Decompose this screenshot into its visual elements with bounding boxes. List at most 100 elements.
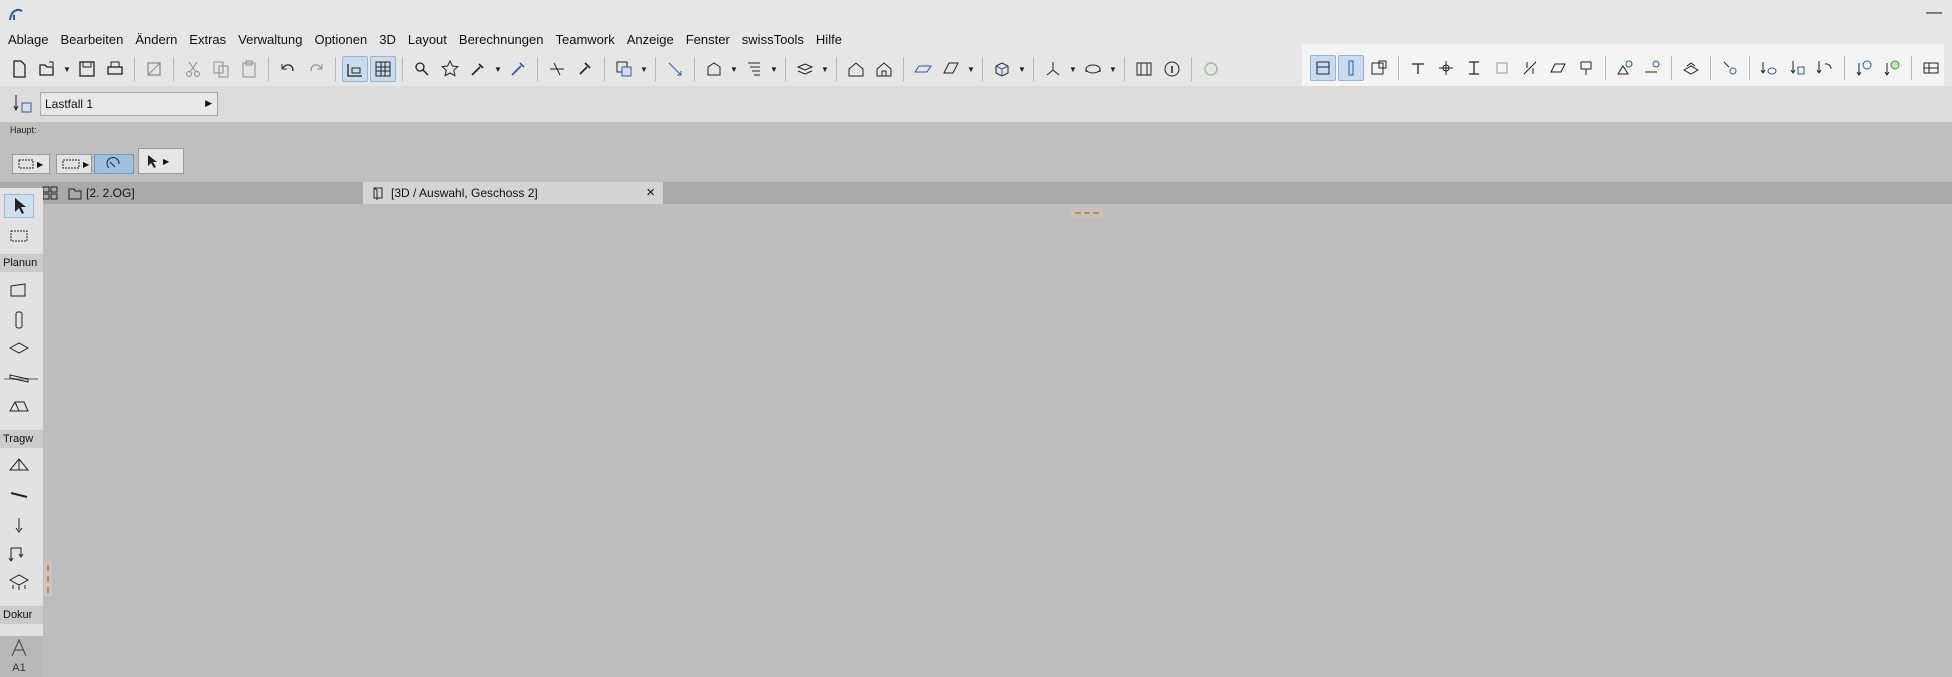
open-file-icon[interactable] xyxy=(34,56,60,82)
point-support-icon[interactable] xyxy=(1405,55,1431,81)
load-case-icon[interactable] xyxy=(12,93,34,115)
analytical-member-icon[interactable] xyxy=(1337,55,1364,81)
load-case-icon[interactable] xyxy=(1717,55,1743,81)
publish-icon[interactable] xyxy=(141,56,167,82)
building-material-dropdown-icon[interactable]: ▼ xyxy=(729,56,739,82)
arrow-tool-icon[interactable] xyxy=(4,194,34,218)
open-dropdown-icon[interactable]: ▼ xyxy=(62,56,72,82)
surface-load-icon[interactable] xyxy=(1678,55,1704,81)
toolbox-resize-handle[interactable] xyxy=(44,562,52,596)
cut-icon[interactable] xyxy=(180,56,206,82)
surface-load-tool-icon[interactable] xyxy=(4,570,34,594)
house-settings-icon[interactable] xyxy=(871,56,897,82)
house-icon[interactable] xyxy=(843,56,869,82)
node-icon[interactable] xyxy=(1433,55,1459,81)
menu-verwaltung[interactable]: Verwaltung xyxy=(232,29,308,51)
redo-icon[interactable] xyxy=(303,56,329,82)
floor-plan-view-icon[interactable] xyxy=(342,56,368,82)
menu-hilfe[interactable]: Hilfe xyxy=(810,29,848,51)
analytical-surface-icon[interactable] xyxy=(4,454,34,478)
3d-view-dropdown-icon[interactable]: ▼ xyxy=(1017,56,1027,82)
building-material-icon[interactable] xyxy=(701,56,727,82)
beam-tool-icon[interactable] xyxy=(4,366,34,390)
menu-aendern[interactable]: Ändern xyxy=(129,29,183,51)
category-document[interactable]: Dokur xyxy=(0,606,43,624)
eyedropper-dropdown-icon[interactable]: ▼ xyxy=(493,56,503,82)
3d-view-icon[interactable] xyxy=(989,56,1015,82)
close-tab-icon[interactable]: × xyxy=(646,184,655,201)
selection-method-button[interactable]: ▶ xyxy=(12,154,50,174)
edge-support-icon[interactable] xyxy=(1489,55,1515,81)
surface-support-icon[interactable] xyxy=(1545,55,1571,81)
trim-icon[interactable] xyxy=(544,56,570,82)
menu-teamwork[interactable]: Teamwork xyxy=(549,29,620,51)
eyedropper-icon[interactable] xyxy=(465,56,491,82)
analytical-line-icon[interactable] xyxy=(4,484,34,508)
structure-list-icon[interactable] xyxy=(741,56,767,82)
dimension-icon[interactable] xyxy=(1131,56,1157,82)
menu-optionen[interactable]: Optionen xyxy=(308,29,373,51)
tab-3d-view[interactable]: [3D / Auswahl, Geschoss 2] × xyxy=(363,182,663,204)
tab-floor-plan[interactable]: [2. 2.OG] xyxy=(68,184,135,202)
menu-swisstools[interactable]: swissTools xyxy=(736,29,810,51)
category-structural[interactable]: Tragw xyxy=(0,430,43,448)
axes-dropdown-icon[interactable]: ▼ xyxy=(1068,56,1078,82)
menu-extras[interactable]: Extras xyxy=(183,29,232,51)
layers-stack-icon[interactable] xyxy=(792,56,818,82)
marquee-shape-button[interactable]: ▶ xyxy=(56,154,92,174)
hammer-icon[interactable] xyxy=(572,56,598,82)
rigid-link-icon[interactable] xyxy=(1517,55,1543,81)
info-3d-icon[interactable] xyxy=(1159,56,1185,82)
find-select-icon[interactable] xyxy=(409,56,435,82)
menu-fenster[interactable]: Fenster xyxy=(680,29,736,51)
column-tool-icon[interactable] xyxy=(4,308,34,332)
3d-canvas[interactable] xyxy=(44,204,1952,677)
navigator-3d-dropdown-icon[interactable]: ▼ xyxy=(1108,56,1118,82)
snap-icon[interactable] xyxy=(662,56,688,82)
load-case-dropdown[interactable]: Lastfall 1 ▶ xyxy=(40,92,218,116)
navigator-3d-icon[interactable] xyxy=(1080,56,1106,82)
point-load-tool-icon[interactable] xyxy=(4,514,34,538)
tab-overview-icon[interactable] xyxy=(42,186,58,200)
add-line-load-icon[interactable] xyxy=(1639,55,1665,81)
save-icon[interactable] xyxy=(74,56,100,82)
arrow-tool-button[interactable]: ▶ xyxy=(138,148,184,174)
menu-ablage[interactable]: Ablage xyxy=(0,29,54,51)
refresh-icon[interactable] xyxy=(1198,56,1224,82)
point-load-icon[interactable] xyxy=(1784,55,1810,81)
moment-load-icon[interactable] xyxy=(1812,55,1838,81)
load-add-blue-icon[interactable] xyxy=(1851,55,1877,81)
layers-stack-dropdown-icon[interactable]: ▼ xyxy=(820,56,830,82)
category-design[interactable]: Planun xyxy=(0,254,43,272)
analytical-model-icon[interactable] xyxy=(1310,55,1336,81)
cloud-load-icon[interactable] xyxy=(1756,55,1782,81)
section-cut-icon[interactable] xyxy=(938,56,964,82)
new-file-icon[interactable] xyxy=(6,56,32,82)
layer-selection-icon[interactable] xyxy=(611,56,637,82)
text-tool-icon[interactable] xyxy=(4,636,34,660)
marquee-tool-icon[interactable] xyxy=(4,224,34,248)
slab-tool-icon[interactable] xyxy=(4,336,34,360)
roof-tool-icon[interactable] xyxy=(4,394,34,418)
release-icon[interactable] xyxy=(1573,55,1599,81)
load-add-green-icon[interactable] xyxy=(1879,55,1905,81)
menu-bearbeiten[interactable]: Bearbeiten xyxy=(54,29,129,51)
menu-3d[interactable]: 3D xyxy=(373,29,402,51)
menu-berechnungen[interactable]: Berechnungen xyxy=(453,29,550,51)
label-tool-icon[interactable]: A1 xyxy=(4,660,34,676)
beam-section-icon[interactable] xyxy=(1461,55,1487,81)
copy-icon[interactable] xyxy=(208,56,234,82)
undo-icon[interactable] xyxy=(275,56,301,82)
favorites-star-icon[interactable] xyxy=(437,56,463,82)
menu-anzeige[interactable]: Anzeige xyxy=(621,29,680,51)
section-cut-dropdown-icon[interactable]: ▼ xyxy=(966,56,976,82)
slab-grid-icon[interactable] xyxy=(910,56,936,82)
wall-tool-icon[interactable] xyxy=(4,278,34,302)
syringe-icon[interactable] xyxy=(505,56,531,82)
paste-icon[interactable] xyxy=(236,56,262,82)
analytical-settings-icon[interactable] xyxy=(1366,55,1392,81)
grid-icon[interactable] xyxy=(370,56,396,82)
add-load-icon[interactable] xyxy=(1612,55,1638,81)
structure-list-dropdown-icon[interactable]: ▼ xyxy=(769,56,779,82)
menu-layout[interactable]: Layout xyxy=(402,29,453,51)
